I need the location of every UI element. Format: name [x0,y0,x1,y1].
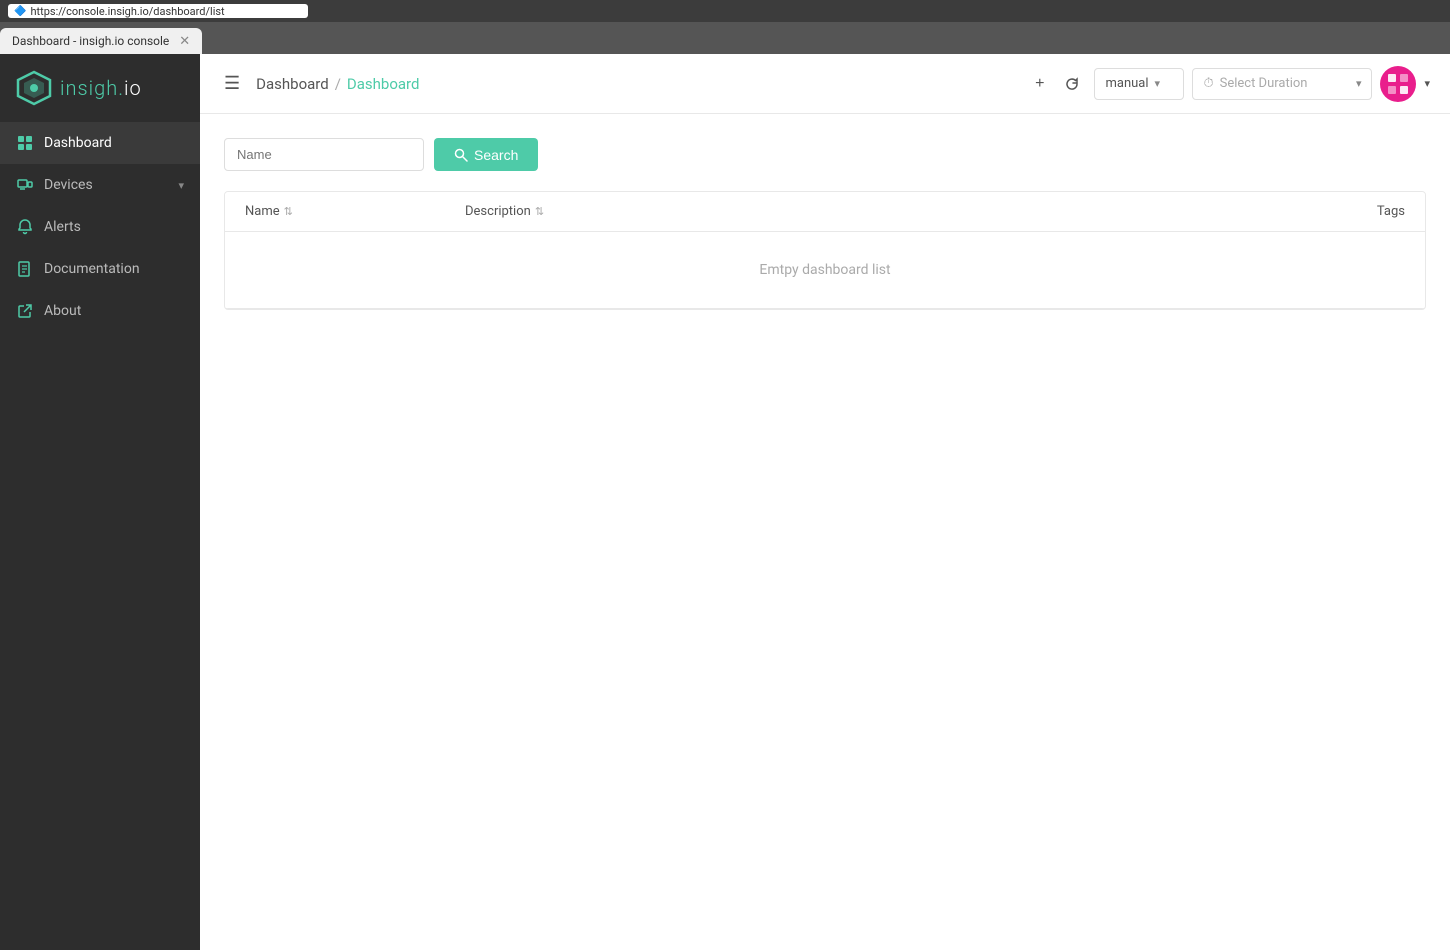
user-avatar[interactable] [1380,66,1416,102]
header-actions: + manual ▾ ⏱ Select Duration ▾ [1029,66,1430,102]
sidebar-item-label: Devices [44,177,168,193]
name-input[interactable] [224,138,424,171]
sidebar-item-devices[interactable]: Devices ▾ [0,164,200,206]
tab-title: Dashboard - insigh.io console [12,34,169,48]
doc-icon [16,260,34,278]
breadcrumb: Dashboard / Dashboard [256,75,1017,93]
column-description-header[interactable]: Description ⇅ [465,204,1245,219]
manual-label: manual [1105,76,1148,91]
avatar-dropdown-icon[interactable]: ▾ [1424,77,1430,90]
url-text: https://console.insigh.io/dashboard/list [30,5,224,18]
search-button-label: Search [474,147,518,163]
sidebar-item-label: Alerts [44,219,184,235]
top-header: ☰ Dashboard / Dashboard + manual ▾ ⏱ Sel… [200,54,1450,114]
empty-table-message: Emtpy dashboard list [225,232,1425,309]
external-link-icon [16,302,34,320]
tab-bar: Dashboard - insigh.io console ✕ [0,22,1450,54]
tab-close-button[interactable]: ✕ [179,34,190,49]
bell-icon [16,218,34,236]
chevron-down-icon: ▾ [1356,77,1362,90]
refresh-button[interactable] [1058,70,1086,98]
breadcrumb-root: Dashboard [256,75,329,93]
search-icon [454,148,468,162]
table-header: Name ⇅ Description ⇅ Tags [225,192,1425,232]
breadcrumb-separator: / [335,75,341,93]
browser-chrome: 🔷 https://console.insigh.io/dashboard/li… [0,0,1450,22]
search-button[interactable]: Search [434,138,538,171]
chevron-down-icon: ▾ [1155,77,1161,90]
chevron-down-icon: ▾ [178,179,184,192]
app-container: insigh.io Dashboard Devices ▾ Alerts [0,54,1450,950]
search-row: Search [224,138,1426,171]
sidebar-item-label: Documentation [44,261,184,277]
devices-icon [16,176,34,194]
sidebar-item-alerts[interactable]: Alerts [0,206,200,248]
logo-text: insigh.io [60,76,142,100]
duration-placeholder: Select Duration [1220,76,1308,91]
breadcrumb-current: Dashboard [347,75,420,93]
duration-select[interactable]: ⏱ Select Duration ▾ [1192,68,1372,100]
sidebar: insigh.io Dashboard Devices ▾ Alerts [0,54,200,950]
url-favicon: 🔷 [14,6,26,17]
manual-mode-select[interactable]: manual ▾ [1094,68,1184,100]
sidebar-logo: insigh.io [0,54,200,122]
main-area: ☰ Dashboard / Dashboard + manual ▾ ⏱ Sel… [200,54,1450,950]
sidebar-item-label: About [44,303,184,319]
grid-icon [16,134,34,152]
add-button[interactable]: + [1029,69,1050,99]
column-name-header[interactable]: Name ⇅ [245,204,465,219]
clock-icon: ⏱ [1203,76,1213,91]
dashboard-table: Name ⇅ Description ⇅ Tags Emtpy dashboar… [224,191,1426,310]
sidebar-item-documentation[interactable]: Documentation [0,248,200,290]
sort-icon: ⇅ [535,205,544,218]
url-bar[interactable]: 🔷 https://console.insigh.io/dashboard/li… [8,4,308,18]
avatar-icon [1383,69,1413,99]
sidebar-item-about[interactable]: About [0,290,200,332]
column-tags-header: Tags [1245,204,1405,219]
browser-tab-active[interactable]: Dashboard - insigh.io console ✕ [0,28,202,54]
sidebar-item-dashboard[interactable]: Dashboard [0,122,200,164]
sort-icon: ⇅ [284,205,293,218]
content-area: Search Name ⇅ Description ⇅ Tags [200,114,1450,950]
logo-icon [16,70,52,106]
hamburger-button[interactable]: ☰ [220,69,244,98]
sidebar-item-label: Dashboard [44,135,184,151]
